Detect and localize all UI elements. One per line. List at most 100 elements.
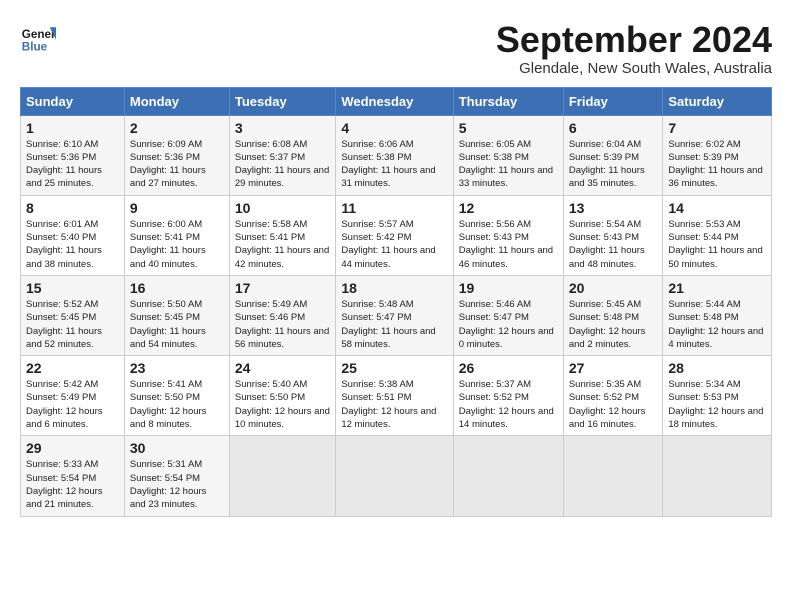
sunset-label: Sunset: 5:50 PM — [235, 392, 305, 403]
daylight-label: Daylight: 11 hours and 56 minutes. — [235, 326, 329, 350]
daylight-label: Daylight: 11 hours and 46 minutes. — [459, 245, 553, 269]
svg-text:Blue: Blue — [22, 41, 48, 54]
svg-text:General: General — [22, 28, 56, 41]
calendar-cell: 10 Sunrise: 5:58 AM Sunset: 5:41 PM Dayl… — [229, 195, 335, 275]
calendar-cell: 27 Sunrise: 5:35 AM Sunset: 5:52 PM Dayl… — [563, 356, 663, 436]
cell-content: Sunrise: 6:02 AM Sunset: 5:39 PM Dayligh… — [668, 138, 766, 191]
week-row-5: 29 Sunrise: 5:33 AM Sunset: 5:54 PM Dayl… — [21, 436, 772, 516]
daylight-label: Daylight: 11 hours and 50 minutes. — [668, 245, 762, 269]
daylight-label: Daylight: 12 hours and 12 minutes. — [341, 406, 436, 430]
calendar-cell: 28 Sunrise: 5:34 AM Sunset: 5:53 PM Dayl… — [663, 356, 772, 436]
daylight-label: Daylight: 11 hours and 40 minutes. — [130, 245, 206, 269]
daylight-label: Daylight: 12 hours and 0 minutes. — [459, 326, 554, 350]
sunset-label: Sunset: 5:53 PM — [668, 392, 738, 403]
sunrise-label: Sunrise: 5:53 AM — [668, 219, 740, 230]
calendar-cell: 15 Sunrise: 5:52 AM Sunset: 5:45 PM Dayl… — [21, 275, 125, 355]
sunset-label: Sunset: 5:48 PM — [569, 312, 639, 323]
day-header-saturday: Saturday — [663, 87, 772, 115]
day-number: 13 — [569, 200, 658, 216]
calendar-cell: 4 Sunrise: 6:06 AM Sunset: 5:38 PM Dayli… — [336, 115, 453, 195]
day-number: 17 — [235, 280, 330, 296]
week-row-2: 8 Sunrise: 6:01 AM Sunset: 5:40 PM Dayli… — [21, 195, 772, 275]
calendar-cell: 18 Sunrise: 5:48 AM Sunset: 5:47 PM Dayl… — [336, 275, 453, 355]
daylight-label: Daylight: 11 hours and 27 minutes. — [130, 165, 206, 189]
calendar-body: 1 Sunrise: 6:10 AM Sunset: 5:36 PM Dayli… — [21, 115, 772, 516]
daylight-label: Daylight: 11 hours and 58 minutes. — [341, 326, 435, 350]
day-number: 16 — [130, 280, 224, 296]
cell-content: Sunrise: 5:52 AM Sunset: 5:45 PM Dayligh… — [26, 298, 119, 351]
daylight-label: Daylight: 11 hours and 48 minutes. — [569, 245, 645, 269]
sunrise-label: Sunrise: 6:01 AM — [26, 219, 98, 230]
calendar-cell: 12 Sunrise: 5:56 AM Sunset: 5:43 PM Dayl… — [453, 195, 563, 275]
daylight-label: Daylight: 12 hours and 23 minutes. — [130, 486, 207, 510]
sunset-label: Sunset: 5:43 PM — [459, 232, 529, 243]
cell-content: Sunrise: 5:44 AM Sunset: 5:48 PM Dayligh… — [668, 298, 766, 351]
calendar-cell: 23 Sunrise: 5:41 AM Sunset: 5:50 PM Dayl… — [124, 356, 229, 436]
daylight-label: Daylight: 11 hours and 25 minutes. — [26, 165, 102, 189]
day-number: 21 — [668, 280, 766, 296]
sunrise-label: Sunrise: 5:38 AM — [341, 379, 413, 390]
calendar-table: SundayMondayTuesdayWednesdayThursdayFrid… — [20, 87, 772, 517]
daylight-label: Daylight: 11 hours and 29 minutes. — [235, 165, 329, 189]
sunrise-label: Sunrise: 5:42 AM — [26, 379, 98, 390]
calendar-cell: 14 Sunrise: 5:53 AM Sunset: 5:44 PM Dayl… — [663, 195, 772, 275]
daylight-label: Daylight: 12 hours and 4 minutes. — [668, 326, 763, 350]
sunset-label: Sunset: 5:51 PM — [341, 392, 411, 403]
sunset-label: Sunset: 5:45 PM — [130, 312, 200, 323]
daylight-label: Daylight: 12 hours and 8 minutes. — [130, 406, 207, 430]
calendar-cell: 16 Sunrise: 5:50 AM Sunset: 5:45 PM Dayl… — [124, 275, 229, 355]
sunrise-label: Sunrise: 6:06 AM — [341, 139, 413, 150]
sunrise-label: Sunrise: 6:02 AM — [668, 139, 740, 150]
calendar-cell: 30 Sunrise: 5:31 AM Sunset: 5:54 PM Dayl… — [124, 436, 229, 516]
sunrise-label: Sunrise: 5:33 AM — [26, 459, 98, 470]
cell-content: Sunrise: 5:46 AM Sunset: 5:47 PM Dayligh… — [459, 298, 558, 351]
cell-content: Sunrise: 5:58 AM Sunset: 5:41 PM Dayligh… — [235, 218, 330, 271]
cell-content: Sunrise: 5:57 AM Sunset: 5:42 PM Dayligh… — [341, 218, 447, 271]
sunset-label: Sunset: 5:44 PM — [668, 232, 738, 243]
cell-content: Sunrise: 6:09 AM Sunset: 5:36 PM Dayligh… — [130, 138, 224, 191]
logo: General Blue — [20, 20, 56, 56]
sunrise-label: Sunrise: 5:34 AM — [668, 379, 740, 390]
calendar-cell: 29 Sunrise: 5:33 AM Sunset: 5:54 PM Dayl… — [21, 436, 125, 516]
day-number: 27 — [569, 360, 658, 376]
daylight-label: Daylight: 12 hours and 14 minutes. — [459, 406, 554, 430]
day-number: 22 — [26, 360, 119, 376]
sunrise-label: Sunrise: 5:35 AM — [569, 379, 641, 390]
sunrise-label: Sunrise: 5:52 AM — [26, 299, 98, 310]
cell-content: Sunrise: 5:31 AM Sunset: 5:54 PM Dayligh… — [130, 458, 224, 511]
cell-content: Sunrise: 5:35 AM Sunset: 5:52 PM Dayligh… — [569, 378, 658, 431]
location: Glendale, New South Wales, Australia — [496, 60, 772, 77]
sunset-label: Sunset: 5:36 PM — [26, 152, 96, 163]
calendar-cell — [336, 436, 453, 516]
cell-content: Sunrise: 5:50 AM Sunset: 5:45 PM Dayligh… — [130, 298, 224, 351]
calendar-cell: 19 Sunrise: 5:46 AM Sunset: 5:47 PM Dayl… — [453, 275, 563, 355]
daylight-label: Daylight: 12 hours and 6 minutes. — [26, 406, 103, 430]
cell-content: Sunrise: 5:41 AM Sunset: 5:50 PM Dayligh… — [130, 378, 224, 431]
sunset-label: Sunset: 5:52 PM — [459, 392, 529, 403]
day-number: 23 — [130, 360, 224, 376]
day-number: 10 — [235, 200, 330, 216]
calendar-cell: 7 Sunrise: 6:02 AM Sunset: 5:39 PM Dayli… — [663, 115, 772, 195]
day-number: 7 — [668, 120, 766, 136]
day-number: 1 — [26, 120, 119, 136]
sunset-label: Sunset: 5:39 PM — [668, 152, 738, 163]
page-header: General Blue September 2024 Glendale, Ne… — [20, 20, 772, 77]
day-number: 11 — [341, 200, 447, 216]
calendar-cell: 3 Sunrise: 6:08 AM Sunset: 5:37 PM Dayli… — [229, 115, 335, 195]
day-number: 18 — [341, 280, 447, 296]
daylight-label: Daylight: 11 hours and 44 minutes. — [341, 245, 435, 269]
daylight-label: Daylight: 11 hours and 52 minutes. — [26, 326, 102, 350]
calendar-cell: 24 Sunrise: 5:40 AM Sunset: 5:50 PM Dayl… — [229, 356, 335, 436]
day-number: 26 — [459, 360, 558, 376]
day-number: 9 — [130, 200, 224, 216]
sunset-label: Sunset: 5:48 PM — [668, 312, 738, 323]
sunset-label: Sunset: 5:37 PM — [235, 152, 305, 163]
sunrise-label: Sunrise: 6:09 AM — [130, 139, 202, 150]
day-number: 20 — [569, 280, 658, 296]
cell-content: Sunrise: 5:45 AM Sunset: 5:48 PM Dayligh… — [569, 298, 658, 351]
sunrise-label: Sunrise: 5:46 AM — [459, 299, 531, 310]
calendar-cell — [453, 436, 563, 516]
calendar-cell: 17 Sunrise: 5:49 AM Sunset: 5:46 PM Dayl… — [229, 275, 335, 355]
calendar-cell: 6 Sunrise: 6:04 AM Sunset: 5:39 PM Dayli… — [563, 115, 663, 195]
day-number: 29 — [26, 440, 119, 456]
